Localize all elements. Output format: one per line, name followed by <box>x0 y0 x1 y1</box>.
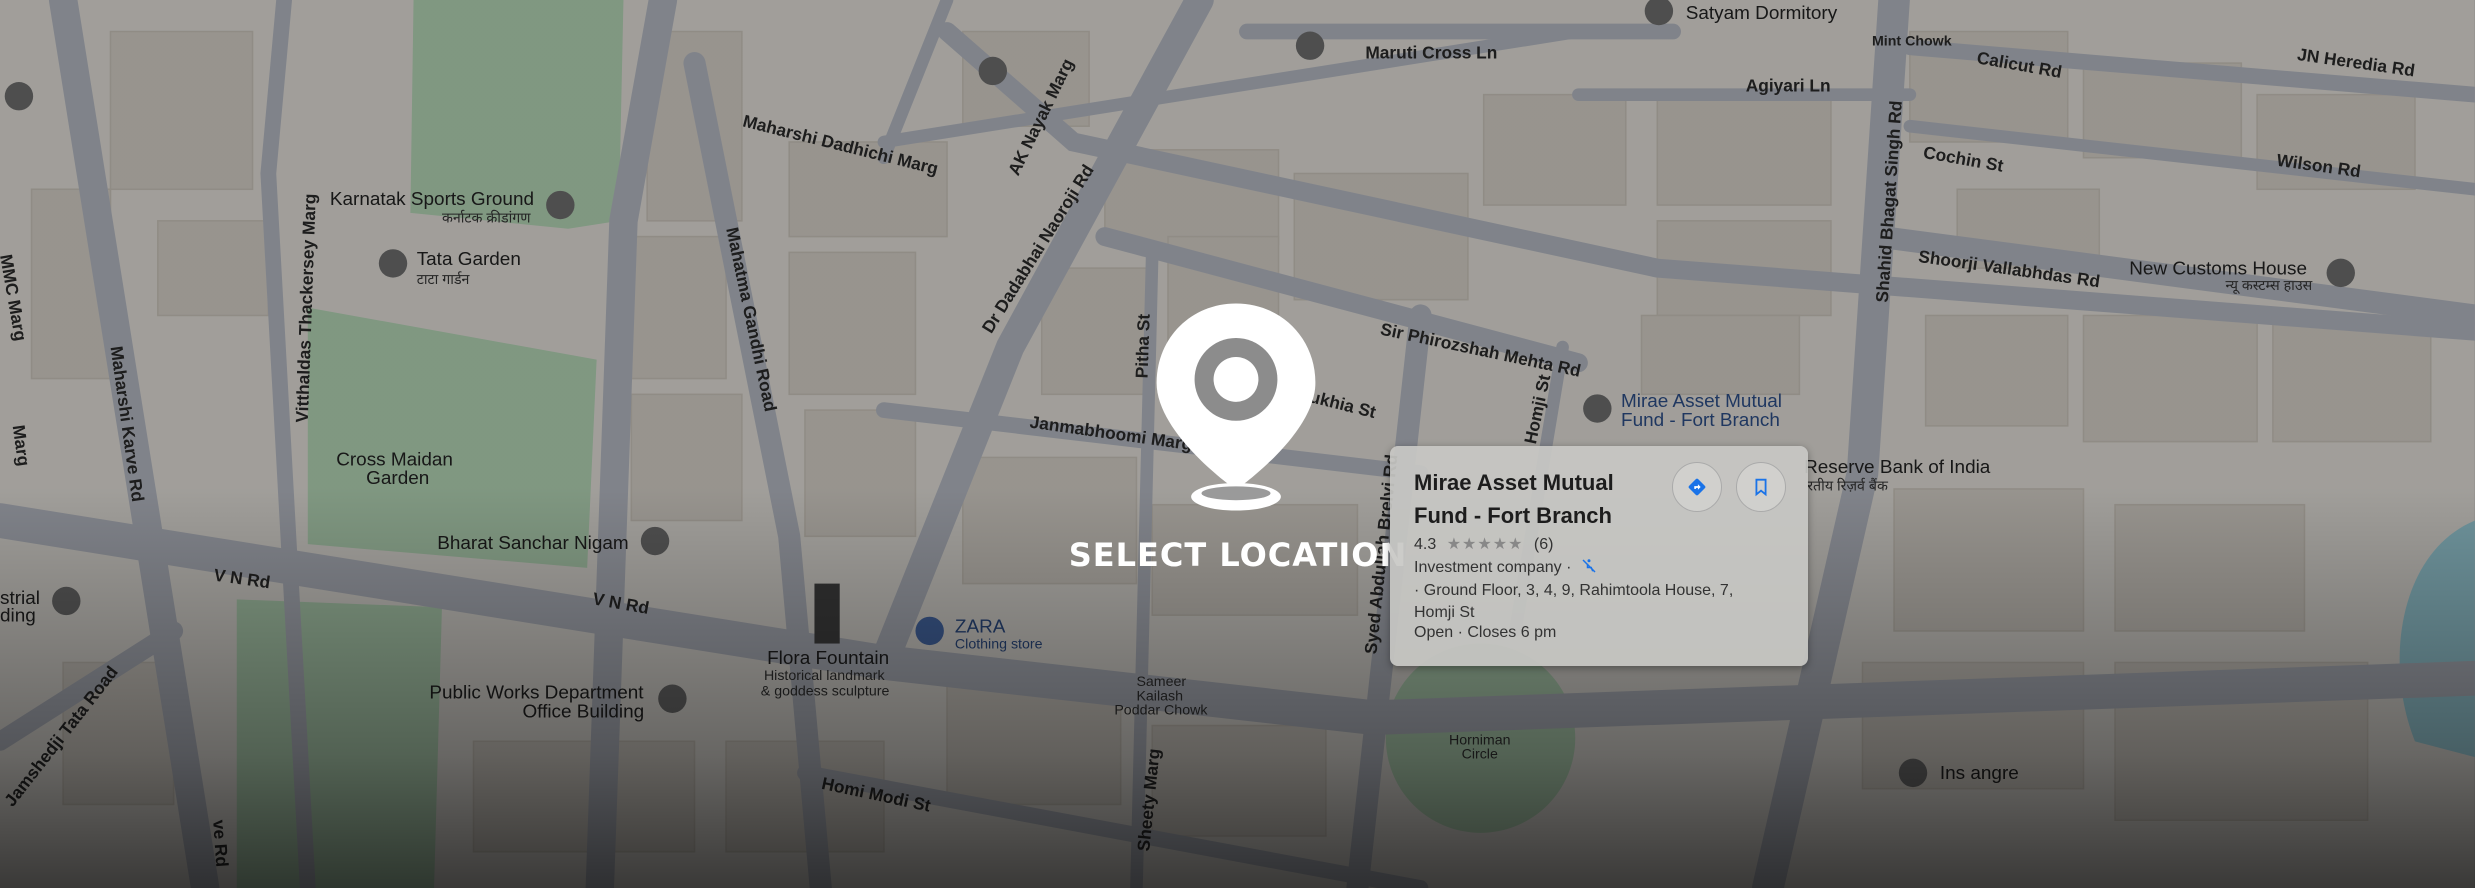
hours-status: Open <box>1414 624 1454 641</box>
place-label: Tata Garden <box>417 249 521 270</box>
place-label: & goddess sculpture <box>761 684 890 700</box>
rating-value: 4.3 <box>1414 536 1437 553</box>
place-label: Office Building <box>522 702 644 723</box>
place-label: Mirae Asset Mutual <box>1621 391 1782 412</box>
place-category: Investment company · <box>1414 557 1598 577</box>
place-label: Ins angre <box>1940 763 2019 784</box>
address-line2: Homji St <box>1414 604 1475 621</box>
place-label: Circle <box>1462 747 1498 763</box>
place-hours: Open · Closes 6 pm <box>1414 624 1556 642</box>
place-label: Poddar Chowk <box>1114 703 1208 719</box>
place-label: Clothing store <box>955 636 1043 652</box>
rating-stars-icon: ★★★★★ <box>1446 536 1524 553</box>
place-label: Karnatak Sports Ground <box>330 189 534 210</box>
place-title-line1: Mirae Asset Mutual <box>1414 470 1614 495</box>
hours-detail: · Closes 6 pm <box>1457 624 1557 641</box>
bookmark-icon <box>1755 478 1767 497</box>
directions-button[interactable] <box>1672 462 1722 512</box>
no-wheelchair-icon <box>1582 559 1596 573</box>
rating-row: 4.3 ★★★★★ (6) <box>1414 534 1553 554</box>
place-card[interactable]: Mirae Asset Mutual Fund - Fort Branch 4.… <box>1390 446 1808 666</box>
road-label: Agiyari Ln <box>1746 75 1831 95</box>
review-count: (6) <box>1533 536 1554 553</box>
place-label: Satyam Dormitory <box>1686 3 1838 24</box>
place-label: कर्नाटक क्रीडांगण <box>442 209 531 226</box>
place-address: · Ground Floor, 3, 4, 9, Rahimtoola Hous… <box>1414 580 1784 624</box>
place-label: Garden <box>366 468 429 489</box>
place-label: ZARA <box>955 617 1006 638</box>
road-label: Mint Chowk <box>1872 34 1952 50</box>
place-label: न्यू कस्टम्स हाउस <box>2226 278 2313 294</box>
place-label: Fund - Fort Branch <box>1621 410 1780 431</box>
address-line1: · Ground Floor, 3, 4, 9, Rahimtoola Hous… <box>1414 582 1734 599</box>
place-title[interactable]: Mirae Asset Mutual Fund - Fort Branch <box>1414 466 1674 532</box>
directions-icon <box>1688 478 1706 496</box>
place-label: टाटा गार्डन <box>417 271 471 288</box>
place-label: Cross Maidan <box>336 449 453 470</box>
save-button[interactable] <box>1736 462 1786 512</box>
place-label: ding <box>0 605 36 626</box>
place-label: Bharat Sanchar Nigam <box>437 533 628 554</box>
select-location-label[interactable]: SELECT LOCATION <box>1038 536 1438 574</box>
location-pin-icon[interactable] <box>1148 300 1324 514</box>
road-label: ve Rd <box>209 819 232 867</box>
place-label: Historical landmark <box>764 668 886 684</box>
map-viewport[interactable]: Maharshi Dadhichi Marg AK Nayak Marg Dr … <box>0 0 2475 888</box>
category-text: Investment company · <box>1414 559 1572 576</box>
place-label: Reserve Bank of India <box>1804 457 1991 478</box>
place-label: Flora Fountain <box>767 648 889 669</box>
place-label: रतीय रिज़र्व बैंक <box>1807 478 1889 495</box>
road-label: Maruti Cross Ln <box>1365 42 1497 62</box>
place-label: New Customs House <box>2129 258 2307 279</box>
place-title-line2: Fund - Fort Branch <box>1414 503 1612 528</box>
park-oval <box>236 599 442 888</box>
place-label: Public Works Department <box>429 683 644 704</box>
